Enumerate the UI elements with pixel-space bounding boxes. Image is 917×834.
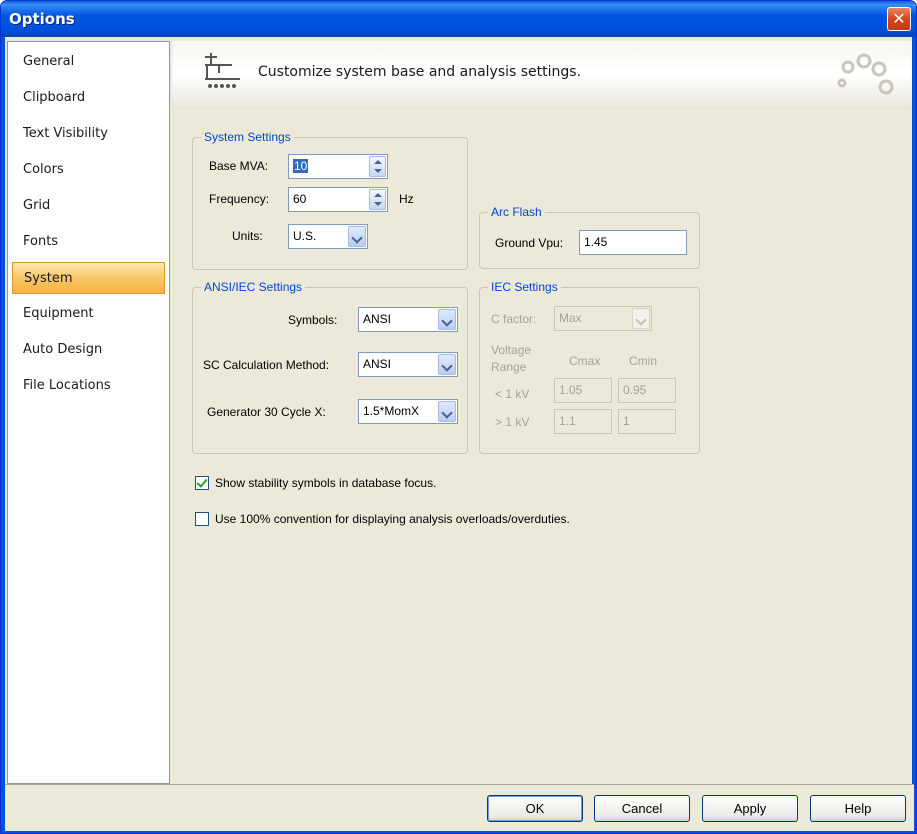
title-bar[interactable]: Options ✕ <box>1 1 916 37</box>
nav-item-system[interactable]: System <box>12 262 165 294</box>
gears-decoration-icon <box>837 53 894 95</box>
ansi-iec-legend: ANSI/IEC Settings <box>201 279 306 295</box>
base-mva-stepper[interactable]: 10 <box>288 154 388 179</box>
nav-item-general[interactable]: General <box>12 46 165 78</box>
window-frame-right <box>912 37 916 833</box>
nav-item-colors[interactable]: Colors <box>12 154 165 186</box>
generator-30-cycle-select[interactable]: 1.5*MomX <box>358 399 458 424</box>
cmin-header: Cmin <box>629 354 658 368</box>
lt-1kv-cmax-input[interactable]: 1.05 <box>554 378 612 403</box>
lt-1kv-cmax-value: 1.05 <box>559 383 583 397</box>
frequency-unit: Hz <box>399 192 414 206</box>
gt-1kv-cmin-input[interactable]: 1 <box>618 409 676 434</box>
options-dialog: Options ✕ General Clipboard Text Visibil… <box>0 0 917 834</box>
base-mva-value: 10 <box>293 159 309 173</box>
nav-item-clipboard[interactable]: Clipboard <box>12 82 165 114</box>
generator-30-cycle-value: 1.5*MomX <box>363 404 420 418</box>
page-banner: Customize system base and analysis setti… <box>172 41 912 109</box>
convention-100-label[interactable]: Use 100% convention for displaying analy… <box>215 508 570 530</box>
iec-settings-legend: IEC Settings <box>488 279 561 295</box>
frequency-label: Frequency: <box>209 192 270 206</box>
ground-vpu-label: Ground Vpu: <box>495 236 564 250</box>
voltage-range-label-2: Range <box>491 360 527 374</box>
nav-item-fonts[interactable]: Fonts <box>12 226 165 258</box>
ground-vpu-input[interactable]: 1.45 <box>579 230 687 255</box>
sc-method-label: SC Calculation Method: <box>203 358 330 372</box>
lt-1kv-cmin-input[interactable]: 0.95 <box>618 378 676 403</box>
generator-30-cycle-label: Generator 30 Cycle X: <box>207 405 326 419</box>
symbols-value: ANSI <box>363 312 392 326</box>
symbols-select[interactable]: ANSI <box>358 307 458 332</box>
close-button[interactable]: ✕ <box>887 7 911 31</box>
lt-1kv-cmin-value: 0.95 <box>623 383 647 397</box>
system-settings-legend: System Settings <box>201 129 294 145</box>
system-settings-group: System Settings Base MVA: 10 Frequency: … <box>192 129 468 270</box>
banner-title: Customize system base and analysis setti… <box>258 64 582 80</box>
window-title: Options <box>9 10 75 28</box>
gt-1kv-cmax-input[interactable]: 1.1 <box>554 409 612 434</box>
c-factor-select[interactable]: Max <box>554 306 652 331</box>
sc-method-select[interactable]: ANSI <box>358 352 458 377</box>
generator-chevron-down-icon[interactable] <box>438 401 456 422</box>
nav-item-equipment[interactable]: Equipment <box>12 298 165 330</box>
symbols-chevron-down-icon[interactable] <box>438 309 456 330</box>
close-icon: ✕ <box>892 9 906 28</box>
apply-button[interactable]: Apply <box>702 795 798 822</box>
nav-item-text-visibility[interactable]: Text Visibility <box>12 118 165 150</box>
ground-vpu-value: 1.45 <box>584 235 608 249</box>
convention-100-checkbox[interactable] <box>195 512 209 526</box>
iec-settings-group: IEC Settings C factor: Max Voltage Range… <box>479 279 700 454</box>
c-factor-chevron-down-icon[interactable] <box>632 308 650 329</box>
units-value: U.S. <box>293 229 317 243</box>
lt-1kv-label: < 1 kV <box>495 387 530 401</box>
base-mva-spin-buttons[interactable] <box>369 156 386 177</box>
units-chevron-down-icon[interactable] <box>348 226 366 247</box>
symbols-label: Symbols: <box>288 313 338 327</box>
voltage-range-label-1: Voltage <box>491 343 532 357</box>
sc-method-chevron-down-icon[interactable] <box>438 354 456 375</box>
base-mva-label: Base MVA: <box>209 159 269 173</box>
cancel-button[interactable]: Cancel <box>594 795 690 822</box>
dialog-footer: OK Cancel Apply Help <box>5 784 914 831</box>
nav-item-file-locations[interactable]: File Locations <box>12 370 165 402</box>
category-nav: General Clipboard Text Visibility Colors… <box>7 41 170 784</box>
stability-symbols-checkbox[interactable] <box>195 476 209 490</box>
nav-item-auto-design[interactable]: Auto Design <box>12 334 165 366</box>
cmax-header: Cmax <box>569 354 601 368</box>
stability-symbols-label[interactable]: Show stability symbols in database focus… <box>215 472 436 494</box>
units-label: Units: <box>232 229 263 243</box>
ok-button[interactable]: OK <box>487 795 583 822</box>
nav-item-grid[interactable]: Grid <box>12 190 165 222</box>
sc-method-value: ANSI <box>363 357 392 371</box>
gt-1kv-cmin-value: 1 <box>623 414 630 428</box>
window-frame-left <box>1 37 5 833</box>
c-factor-value: Max <box>559 311 582 325</box>
network-bus-icon <box>205 53 240 88</box>
units-select[interactable]: U.S. <box>288 224 368 249</box>
help-button[interactable]: Help <box>810 795 906 822</box>
frequency-stepper[interactable]: 60 <box>288 187 388 212</box>
settings-panel: Customize system base and analysis setti… <box>172 41 912 784</box>
arc-flash-group: Arc Flash Ground Vpu: 1.45 <box>479 204 700 269</box>
arc-flash-legend: Arc Flash <box>488 204 545 220</box>
ansi-iec-settings-group: ANSI/IEC Settings Symbols: ANSI SC Calcu… <box>192 279 468 454</box>
frequency-spin-buttons[interactable] <box>369 189 386 210</box>
gt-1kv-label: > 1 kV <box>495 415 530 429</box>
gt-1kv-cmax-value: 1.1 <box>559 414 576 428</box>
frequency-value: 60 <box>293 192 307 206</box>
c-factor-label: C factor: <box>491 312 537 326</box>
